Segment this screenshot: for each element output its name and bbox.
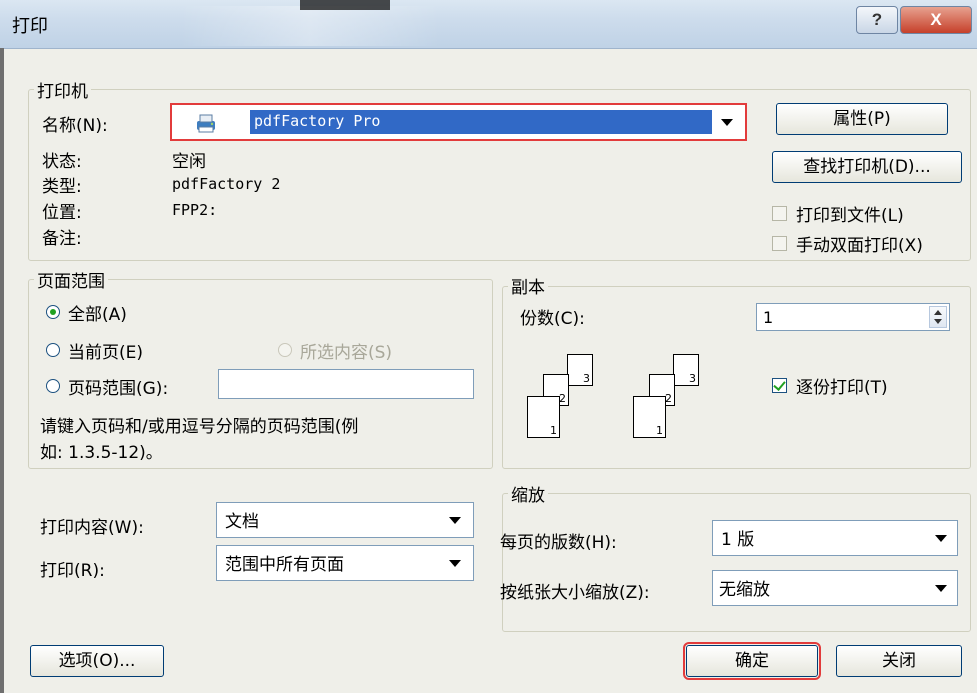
stack1-page-1: 1 [527,396,560,438]
page-range-all-label[interactable]: 全部(A) [68,300,127,325]
print-to-file-checkbox[interactable] [772,206,787,221]
manual-duplex-label[interactable]: 手动双面打印(X) [796,231,923,256]
manual-duplex-checkbox[interactable] [772,236,787,251]
printer-group-title: 打印机 [34,77,91,102]
page-range-hint-line2: 如: 1.3.5-12)。 [40,443,163,463]
page-range-current-radio[interactable] [46,343,60,357]
printer-name-value: pdfFactory Pro [254,112,381,130]
copies-count-spinner[interactable]: 1 [756,303,950,331]
page-range-group-title: 页面范围 [34,267,108,292]
help-button[interactable]: ? [856,6,898,34]
printer-icon [194,112,218,134]
copies-count-label: 份数(C): [520,309,585,329]
stack2-page-1: 1 [633,396,666,438]
title-bar[interactable]: 打印 ? X [0,0,977,49]
title-bar-decoration [180,6,440,46]
page-range-all-radio[interactable] [46,305,60,319]
page-range-current-label[interactable]: 当前页(E) [68,338,143,363]
printer-status-value: 空闲 [172,152,206,172]
printer-comment-label: 备注: [42,229,82,249]
page-range-hint-line1: 请键入页码和/或用逗号分隔的页码范围(例 [40,417,359,437]
page-range-selection-label[interactable]: 所选内容(S) [300,338,392,363]
collate-label[interactable]: 逐份打印(T) [796,373,888,398]
stack1-page-3: 3 [567,354,593,386]
chevron-down-icon [449,517,461,524]
zoom-group-title: 缩放 [508,481,548,506]
pages-per-sheet-label: 每页的版数(H): [500,533,617,553]
pages-per-sheet-select[interactable]: 1 版 [712,520,958,556]
chevron-down-icon [721,119,733,126]
page-range-input[interactable] [218,369,474,399]
print-range-select[interactable]: 范围中所有页面 [216,545,474,581]
printer-location-value: FPP2: [172,201,218,219]
ok-button[interactable]: 确定 [683,642,821,680]
print-dialog: 打印 ? X 打印机 名称(N): pdfFactory Pro 状态: 空闲 … [0,0,977,693]
print-to-file-label[interactable]: 打印到文件(L) [796,201,904,226]
properties-button[interactable]: 属性(P) [776,103,948,135]
scale-select[interactable]: 无缩放 [712,570,958,606]
stack2-page-3: 3 [673,354,699,386]
print-what-value: 文档 [225,512,259,532]
print-range-value: 范围中所有页面 [225,555,344,575]
printer-status-label: 状态: [42,152,82,172]
chevron-down-icon [935,535,947,542]
help-icon: ? [871,10,883,29]
chevron-down-icon [935,585,947,592]
close-icon: X [930,10,942,29]
printer-type-label: 类型: [42,177,82,197]
title-bar-decoration-dark [300,0,390,10]
copies-count-value: 1 [763,308,774,327]
scale-value: 无缩放 [719,580,770,600]
zoom-group [502,493,971,632]
scale-label: 按纸张大小缩放(Z): [500,583,650,603]
window-close-button[interactable]: X [900,6,972,34]
find-printer-button[interactable]: 查找打印机(D)... [772,151,962,183]
close-button[interactable]: 关闭 [836,645,962,677]
print-what-select[interactable]: 文档 [216,502,474,538]
chevron-down-icon [449,560,461,567]
printer-location-label: 位置: [42,203,82,223]
printer-name-select[interactable]: pdfFactory Pro [170,103,747,141]
page-range-pages-radio[interactable] [46,379,60,393]
pages-per-sheet-value: 1 版 [721,530,755,550]
printer-type-value: pdfFactory 2 [172,175,281,193]
page-range-pages-label[interactable]: 页码范围(G): [68,374,168,399]
print-range-label: 打印(R): [40,561,105,581]
collate-checkbox[interactable] [772,378,787,393]
print-what-label: 打印内容(W): [40,518,144,538]
window-left-border [0,48,4,693]
window-title: 打印 [12,16,48,37]
options-button[interactable]: 选项(O)... [30,645,164,677]
page-range-selection-radio[interactable] [278,343,292,357]
copies-group-title: 副本 [508,273,548,298]
printer-name-label: 名称(N): [42,116,108,136]
spinner-arrows-icon[interactable] [929,306,947,328]
